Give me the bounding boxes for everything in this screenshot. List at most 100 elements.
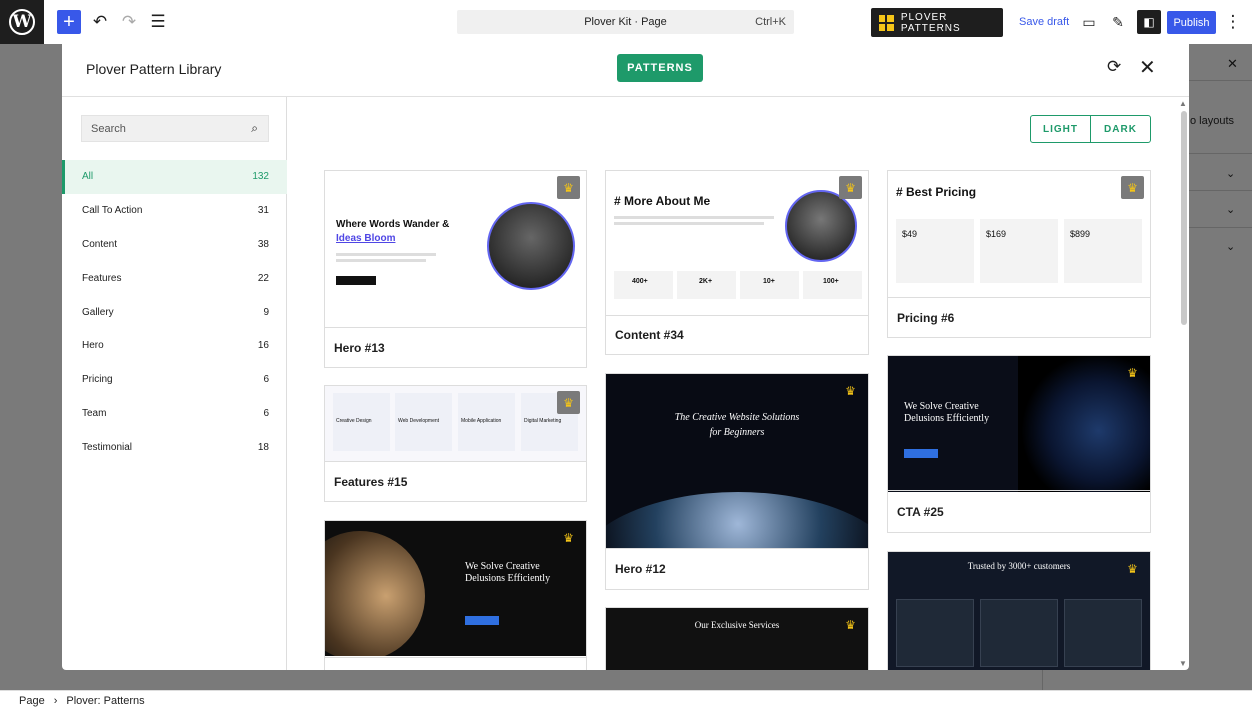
category-count: 9 bbox=[263, 306, 269, 318]
pattern-heading: We Solve Creative bbox=[465, 561, 540, 572]
pattern-heading: Delusions Efficiently bbox=[904, 413, 990, 424]
chevron-down-icon[interactable]: ⌄ bbox=[1226, 203, 1235, 216]
publish-button[interactable]: Publish bbox=[1167, 11, 1216, 34]
close-icon[interactable]: ✕ bbox=[1139, 55, 1156, 80]
category-item-hero[interactable]: Hero 16 bbox=[62, 329, 287, 363]
category-count: 6 bbox=[263, 407, 269, 419]
dark-toggle-button[interactable]: DARK bbox=[1091, 116, 1150, 142]
pattern-card-features-15[interactable]: Creative Design Web Development Mobile A… bbox=[324, 385, 587, 502]
modal-title: Plover Pattern Library bbox=[86, 61, 222, 77]
pattern-card-content-34[interactable]: # More About Me 400+ 2K+ 10+ 100+ ♛ Cont… bbox=[605, 170, 869, 355]
category-item-features[interactable]: Features 22 bbox=[62, 261, 287, 295]
category-label: Hero bbox=[82, 340, 104, 352]
refresh-icon[interactable]: ⟳ bbox=[1107, 57, 1121, 77]
premium-crown-icon: ♛ bbox=[845, 617, 856, 632]
modal-header: Plover Pattern Library PATTERNS ⟳ ✕ bbox=[62, 40, 1189, 97]
pattern-heading: for Beginners bbox=[709, 427, 765, 438]
premium-crown-icon: ♛ bbox=[557, 176, 580, 199]
pattern-heading: Ideas Bloom bbox=[336, 233, 396, 244]
pattern-card-label: Hero #13 bbox=[325, 327, 586, 367]
settings-sidebar-icon[interactable]: ◧ bbox=[1137, 10, 1161, 34]
category-label: Content bbox=[82, 238, 118, 250]
stat-value: 10+ bbox=[763, 278, 775, 285]
feature-item: Mobile Application bbox=[461, 418, 502, 424]
price-value: $169 bbox=[986, 229, 1007, 239]
category-item-pricing[interactable]: Pricing 6 bbox=[62, 363, 287, 397]
chevron-right-icon: › bbox=[53, 694, 58, 707]
chevron-down-icon[interactable]: ⌄ bbox=[1226, 240, 1235, 253]
scroll-up-icon[interactable]: ▲ bbox=[1179, 99, 1187, 108]
category-list: All 132 Call To Action 31 Content 38 Featur… bbox=[62, 160, 287, 464]
pattern-card-label: Content #34 bbox=[606, 315, 868, 354]
plover-patterns-button[interactable]: PLOVER PATTERNS bbox=[871, 8, 1003, 37]
category-item-gallery[interactable]: Gallery 9 bbox=[62, 295, 287, 329]
planet-image bbox=[325, 531, 425, 656]
save-draft-button[interactable]: Save draft bbox=[1019, 16, 1069, 28]
breadcrumb-page[interactable]: Page bbox=[19, 695, 45, 707]
category-item-content[interactable]: Content 38 bbox=[62, 228, 287, 262]
price-value: $49 bbox=[902, 229, 918, 239]
stat-value: 2K+ bbox=[699, 278, 713, 285]
category-sidebar: Search ⌕ All 132 Call To Action 31 Content… bbox=[62, 97, 287, 670]
pattern-heading: Trusted by 3000+ customers bbox=[967, 561, 1071, 571]
sidebar-close-icon[interactable]: ✕ bbox=[1227, 56, 1238, 72]
feature-item: Creative Design bbox=[336, 418, 372, 424]
document-title: Plover Kit · Page bbox=[584, 16, 667, 28]
category-item-all[interactable]: All 132 bbox=[62, 160, 287, 194]
pattern-heading: Delusions Efficiently bbox=[465, 573, 551, 584]
category-item-call-to-action[interactable]: Call To Action 31 bbox=[62, 194, 287, 228]
premium-crown-icon: ♛ bbox=[845, 383, 856, 398]
premium-crown-icon: ♛ bbox=[557, 391, 580, 414]
pattern-card-services[interactable]: Our Exclusive Services ♛ bbox=[605, 607, 869, 670]
planet-image bbox=[606, 492, 868, 549]
premium-crown-icon: ♛ bbox=[839, 176, 862, 199]
pattern-heading: # More About Me bbox=[614, 194, 711, 208]
pattern-card-testimonial[interactable]: Trusted by 3000+ customers ♛ bbox=[887, 551, 1151, 670]
list-view-icon[interactable]: ☰ bbox=[148, 12, 168, 32]
scroll-down-icon[interactable]: ▼ bbox=[1179, 659, 1187, 668]
redo-icon[interactable]: ↷ bbox=[119, 12, 139, 32]
pattern-card-label: Pricing #6 bbox=[888, 297, 1150, 337]
category-count: 6 bbox=[263, 374, 269, 386]
premium-crown-icon: ♛ bbox=[1127, 365, 1138, 380]
pattern-card-cta-25[interactable]: We Solve Creative Delusions Efficiently … bbox=[887, 355, 1151, 533]
patterns-tab[interactable]: PATTERNS bbox=[617, 54, 703, 82]
pattern-card-pricing-6[interactable]: # Best Pricing $49 $169 $899 ♛ Pricing #… bbox=[887, 170, 1151, 338]
scrollbar-thumb[interactable] bbox=[1181, 111, 1187, 325]
light-toggle-button[interactable]: LIGHT bbox=[1031, 116, 1091, 142]
chevron-down-icon[interactable]: ⌄ bbox=[1226, 167, 1235, 180]
plover-logo-icon bbox=[879, 14, 894, 31]
wordpress-logo[interactable]: W bbox=[0, 0, 44, 44]
pattern-card-hero-12[interactable]: The Creative Website Solutions for Begin… bbox=[605, 373, 869, 590]
pattern-grid-area: LIGHT DARK ▲ ▼ Where Words Wander & Idea… bbox=[297, 97, 1189, 670]
breadcrumb-current[interactable]: Plover: Patterns bbox=[66, 695, 144, 707]
options-menu-icon[interactable]: ⋮ bbox=[1223, 12, 1243, 32]
category-item-testimonial[interactable]: Testimonial 18 bbox=[62, 430, 287, 464]
search-placeholder: Search bbox=[91, 122, 126, 135]
category-count: 16 bbox=[257, 340, 269, 352]
pattern-heading: Our Exclusive Services bbox=[694, 620, 780, 630]
breadcrumb: Page › Plover: Patterns bbox=[0, 690, 1252, 710]
plover-feather-icon[interactable]: ✎ bbox=[1108, 12, 1128, 32]
pattern-heading: # Best Pricing bbox=[896, 185, 977, 199]
stat-value: 400+ bbox=[632, 278, 648, 285]
premium-crown-icon: ♛ bbox=[1121, 176, 1144, 199]
category-label: Pricing bbox=[82, 374, 113, 386]
search-input[interactable]: Search ⌕ bbox=[81, 115, 269, 142]
sidebar-partial-text: o layouts bbox=[1190, 115, 1235, 127]
category-item-team[interactable]: Team 6 bbox=[62, 397, 287, 431]
undo-icon[interactable]: ↶ bbox=[90, 12, 110, 32]
category-label: Gallery bbox=[82, 306, 114, 318]
pattern-heading: The Creative Website Solutions bbox=[674, 412, 800, 423]
category-label: Features bbox=[82, 272, 122, 284]
add-block-button[interactable]: + bbox=[57, 10, 81, 34]
document-bar[interactable]: Plover Kit · Page Ctrl+K bbox=[457, 10, 794, 34]
preview-icon[interactable]: ▭ bbox=[1079, 12, 1099, 32]
pattern-heading: Where Words Wander & bbox=[336, 219, 450, 230]
theme-toggle: LIGHT DARK bbox=[1030, 115, 1151, 143]
pattern-card-cta[interactable]: We Solve Creative Delusions Efficiently … bbox=[324, 520, 587, 670]
search-icon[interactable]: ⌕ bbox=[251, 121, 258, 136]
pattern-card-hero-13[interactable]: Where Words Wander & Ideas Bloom ♛ Hero … bbox=[324, 170, 587, 368]
category-count: 31 bbox=[257, 205, 269, 217]
pattern-card-label: Hero #12 bbox=[606, 548, 868, 589]
